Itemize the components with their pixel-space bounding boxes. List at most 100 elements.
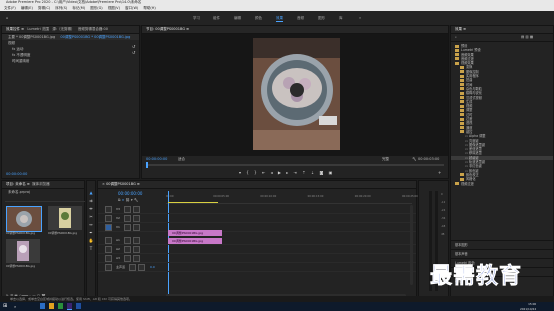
tab-effects[interactable]: 效果 ≡ [455,27,466,31]
track-target-toggle[interactable] [105,214,112,222]
solo-icon[interactable] [138,263,146,271]
panel-tab-1[interactable]: 基本声音 [451,249,553,258]
taskbar-premiere-icon[interactable] [67,303,72,310]
mute-icon[interactable] [123,245,131,253]
program-scrubber[interactable] [146,162,444,168]
timeline-timecode[interactable]: 00:00:00:00 [118,191,142,196]
project-thumb[interactable] [6,239,40,263]
track-target-toggle[interactable] [105,236,112,244]
workspace-effects[interactable]: 效果 [276,16,283,22]
menu-graphics[interactable]: 图形(G) [90,6,102,10]
taskbar-app-icon[interactable] [76,303,81,309]
lock-icon[interactable] [123,205,131,213]
ripple-edit-tool-icon[interactable]: ⇹ [87,205,95,213]
workspace-editing[interactable]: 编辑 [234,16,241,21]
workspace-learn[interactable]: 学习 [193,16,200,21]
vertical-scrollbar[interactable] [410,205,413,285]
menu-file[interactable]: 文件(F) [4,6,16,10]
windows-start-icon[interactable]: ⊞ [3,303,7,309]
hand-tool-icon[interactable]: ✋ [87,237,95,245]
snap-icon[interactable]: ∩ [122,198,125,202]
pen-tool-icon[interactable]: ✒ [87,229,95,237]
tab-program[interactable]: 节目: 00调整PS0001BG ≡ [146,27,189,31]
accelerated-filter-icon[interactable]: ▤ ▥ ▦ [521,35,533,39]
solo-icon[interactable] [132,236,140,244]
panel-tab-0[interactable]: 基本图形 [451,240,553,249]
reset-icon[interactable]: ↺ [132,44,135,49]
program-viewer[interactable] [142,34,448,156]
solo-icon[interactable] [132,254,140,262]
timeline-clip[interactable]: 00调整PS0001BG.jpg [168,230,222,236]
step-forward-icon[interactable]: ▸ [286,170,288,175]
track-target-toggle[interactable] [105,205,112,213]
home-icon[interactable]: ⌂ [6,16,8,20]
extract-icon[interactable]: ⇣ [311,170,314,175]
track-target-toggle[interactable] [105,223,112,231]
menu-marker[interactable]: 标记(M) [72,6,85,10]
add-marker-icon[interactable]: ▾ [239,170,241,175]
menu-help[interactable]: 帮助(H) [143,6,155,10]
program-timecode-current[interactable]: 00:00:00:00 [146,157,167,161]
lock-icon[interactable] [123,214,131,222]
project-thumb[interactable] [6,206,42,232]
razor-tool-icon[interactable]: ✂ [87,213,95,221]
wrench-icon[interactable]: 🔧︎ [412,157,416,161]
export-frame-icon[interactable]: ◙ [319,170,323,175]
eye-icon[interactable] [132,205,140,213]
menu-edit[interactable]: 编辑(E) [21,6,33,10]
track-target-toggle[interactable] [105,263,112,271]
reset-icon[interactable]: ↺ [132,50,135,55]
resolution-dropdown[interactable]: 完整 [382,157,389,162]
taskbar-app-icon[interactable] [40,303,45,309]
project-search-input[interactable] [5,197,85,202]
work-area-bar[interactable] [168,202,218,203]
menu-window[interactable]: 窗口(W) [125,6,138,10]
go-to-out-icon[interactable]: ⇥ [294,170,297,175]
marker-icon[interactable]: ▾ [131,198,133,202]
play-icon[interactable]: ▶ [278,170,281,175]
close-icon[interactable]: × [102,182,105,186]
lift-icon[interactable]: ⇡ [302,170,305,175]
slip-tool-icon[interactable]: ↔ [87,221,95,229]
linked-selection-icon[interactable]: ⛓︎ [125,198,129,202]
nest-icon[interactable]: ⧉ [118,198,121,202]
workspace-graphics[interactable]: 图形 [318,16,325,21]
effect-controls-timecode[interactable]: 00:00:00:00 [6,172,27,176]
compare-view-icon[interactable]: ▣ [329,170,333,175]
tab-audio-clip-mixer[interactable]: 音频剪辑混合器:00 [78,27,108,31]
track-target-toggle[interactable] [105,254,112,262]
taskbar-app-icon[interactable] [58,303,63,309]
project-thumb[interactable] [48,206,82,230]
solo-icon[interactable] [132,245,140,253]
mark-in-icon[interactable]: { [246,170,249,175]
taskbar-app-icon[interactable] [49,303,54,309]
eye-icon[interactable] [132,214,140,222]
mute-icon[interactable] [129,263,137,271]
type-tool-icon[interactable]: T [87,245,95,253]
workspace-color[interactable]: 颜色 [255,16,262,21]
tab-project[interactable]: 项目: 未命名 ≡ [6,182,30,186]
mute-icon[interactable] [123,254,131,262]
selection-tool-icon[interactable]: ▲ [87,189,95,197]
mark-out-icon[interactable]: } [254,170,257,175]
add-button-icon[interactable]: + [438,170,441,175]
eye-icon[interactable] [132,223,140,231]
step-back-icon[interactable]: ◂ [271,170,273,175]
menu-sequence[interactable]: 序列(S) [55,6,67,10]
workspace-audio[interactable]: 音频 [297,16,304,21]
lock-icon[interactable] [123,223,131,231]
more-workspaces-icon[interactable]: » [359,16,361,20]
tab-sequence[interactable]: 00调整PS0001BG ≡ [106,182,140,186]
mute-icon[interactable] [123,236,131,244]
effects-folder[interactable]: 视频过渡 [451,182,553,186]
menu-clip[interactable]: 剪辑(C) [38,6,50,10]
track-target-toggle[interactable] [105,245,112,253]
track-select-tool-icon[interactable]: ⇉ [87,197,95,205]
tab-effect-controls[interactable]: 效果控件 ≡ [6,27,24,31]
tab-media-browser[interactable]: 媒体浏览器 [32,182,50,186]
search-icon[interactable]: ⌕ [14,304,16,309]
timeline-clip[interactable]: 00调整PS0001BG.jpg [168,238,222,244]
playhead-marker[interactable] [146,162,148,168]
go-to-in-icon[interactable]: ⇤ [262,170,265,175]
tab-lumetri-scopes[interactable]: Lumetri 范围 [27,27,49,31]
